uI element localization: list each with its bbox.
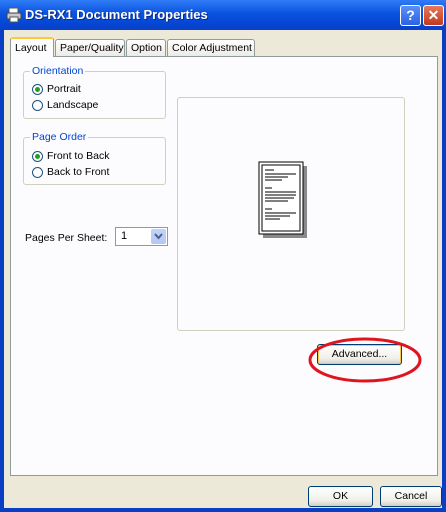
orientation-group: Orientation Portrait Landscape bbox=[23, 65, 166, 119]
highlight-ellipse bbox=[308, 337, 422, 383]
tab-paper-quality[interactable]: Paper/Quality bbox=[55, 39, 125, 56]
pages-per-sheet-select[interactable]: 1 bbox=[115, 227, 168, 246]
cancel-button[interactable]: Cancel bbox=[380, 486, 442, 507]
orientation-legend: Orientation bbox=[30, 65, 86, 77]
landscape-label: Landscape bbox=[47, 99, 99, 111]
pages-per-sheet-label: Pages Per Sheet: bbox=[25, 232, 108, 244]
page-order-legend: Page Order bbox=[30, 131, 89, 143]
portrait-option[interactable]: Portrait bbox=[32, 82, 81, 96]
tab-option[interactable]: Option bbox=[126, 39, 166, 56]
page-order-group: Page Order Front to Back Back to Front bbox=[23, 131, 166, 185]
tab-color-adjustment[interactable]: Color Adjustment bbox=[167, 39, 255, 56]
title-bar[interactable]: DS-RX1 Document Properties ? ✕ bbox=[0, 0, 446, 30]
layout-preview bbox=[177, 97, 405, 331]
printer-icon bbox=[6, 7, 22, 23]
document-properties-window: DS-RX1 Document Properties ? ✕ Layout Pa… bbox=[0, 0, 446, 512]
landscape-radio[interactable] bbox=[32, 99, 43, 111]
dialog-body: Layout Paper/Quality Option Color Adjust… bbox=[4, 30, 442, 508]
back-to-front-option[interactable]: Back to Front bbox=[32, 165, 109, 179]
chevron-down-icon[interactable] bbox=[151, 229, 166, 244]
document-page-icon bbox=[258, 161, 307, 238]
ok-button[interactable]: OK bbox=[308, 486, 373, 507]
portrait-radio[interactable] bbox=[32, 83, 43, 95]
landscape-option[interactable]: Landscape bbox=[32, 98, 98, 112]
portrait-label: Portrait bbox=[47, 83, 81, 95]
close-button[interactable]: ✕ bbox=[423, 5, 444, 26]
pages-per-sheet-value: 1 bbox=[121, 230, 128, 242]
front-to-back-radio[interactable] bbox=[32, 150, 43, 162]
front-to-back-option[interactable]: Front to Back bbox=[32, 149, 109, 163]
back-to-front-radio[interactable] bbox=[32, 166, 43, 178]
help-button[interactable]: ? bbox=[400, 5, 421, 26]
front-to-back-label: Front to Back bbox=[47, 150, 110, 162]
layout-tab-panel: Orientation Portrait Landscape Page Orde… bbox=[10, 56, 438, 476]
window-title: DS-RX1 Document Properties bbox=[25, 7, 208, 22]
back-to-front-label: Back to Front bbox=[47, 166, 110, 178]
tab-layout[interactable]: Layout bbox=[10, 37, 54, 57]
